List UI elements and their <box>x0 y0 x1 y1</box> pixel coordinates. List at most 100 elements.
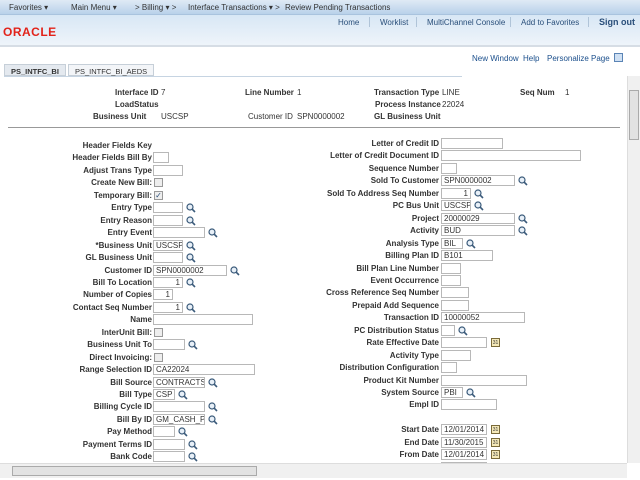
input-field[interactable]: 1 <box>153 276 183 288</box>
input-field[interactable]: 11/30/2015 <box>441 436 487 448</box>
lookup-icon[interactable] <box>230 265 240 276</box>
input-field[interactable]: 1 <box>153 289 173 301</box>
field-label: Activity Type <box>389 350 439 360</box>
checkbox[interactable] <box>154 352 163 362</box>
input-field[interactable] <box>441 349 471 361</box>
input-field[interactable] <box>441 138 503 149</box>
vertical-scrollbar[interactable] <box>627 76 640 463</box>
sign-out-link[interactable]: Sign out <box>599 17 635 27</box>
worklist-link[interactable]: Worklist <box>380 18 408 27</box>
input-field[interactable] <box>441 150 581 162</box>
multichannel-console-link[interactable]: MultiChannel Console <box>427 18 505 27</box>
lookup-icon[interactable] <box>458 326 468 336</box>
new-window-link[interactable]: New Window <box>472 54 519 63</box>
input-field[interactable]: CSP <box>153 389 175 400</box>
input-field[interactable]: 10000052 <box>441 312 525 324</box>
lookup-icon[interactable] <box>186 253 196 263</box>
input-field[interactable] <box>441 299 469 311</box>
add-to-favorites-link[interactable]: Add to Favorites <box>521 18 579 27</box>
input-field[interactable] <box>441 399 497 411</box>
lookup-icon[interactable] <box>474 189 484 199</box>
input-field[interactable] <box>153 252 183 264</box>
lookup-icon[interactable] <box>186 240 196 251</box>
lookup-icon[interactable] <box>208 402 218 413</box>
input-field[interactable] <box>153 451 185 463</box>
checkbox[interactable] <box>154 178 163 188</box>
input-field[interactable] <box>153 438 185 450</box>
input-field[interactable]: B101 <box>441 250 493 262</box>
lookup-icon[interactable] <box>208 228 218 238</box>
calendar-icon[interactable]: 31 <box>491 338 500 348</box>
input-field[interactable] <box>153 202 183 214</box>
lookup-icon[interactable] <box>186 203 196 213</box>
breadcrumb-billing[interactable]: > Billing ▾ > <box>135 3 176 12</box>
lookup-icon[interactable] <box>208 377 218 388</box>
lookup-icon[interactable] <box>518 226 528 236</box>
input-field[interactable]: SPN0000002 <box>153 264 227 276</box>
page-layout-icon[interactable] <box>614 53 623 62</box>
input-field[interactable]: 1 <box>441 187 471 199</box>
breadcrumb-interface-transactions[interactable]: Interface Transactions ▾ > <box>188 3 280 12</box>
lookup-icon[interactable] <box>186 216 196 226</box>
input-field[interactable]: USCSP <box>441 200 471 212</box>
lookup-icon[interactable] <box>466 238 476 249</box>
input-field[interactable] <box>153 164 183 176</box>
input-field[interactable]: BUD <box>441 225 515 237</box>
input-field[interactable] <box>153 339 185 351</box>
personalize-page-link[interactable]: Personalize Page <box>547 54 610 63</box>
input-field[interactable]: PBI <box>441 387 463 398</box>
horizontal-scrollbar[interactable] <box>0 463 627 478</box>
checkbox[interactable] <box>154 327 163 337</box>
lookup-icon[interactable] <box>178 390 188 400</box>
input-field[interactable] <box>153 314 253 326</box>
lookup-icon[interactable] <box>188 340 198 350</box>
main-menu[interactable]: Main Menu ▾ <box>71 3 117 12</box>
input-field[interactable] <box>153 227 205 239</box>
lookup-icon[interactable] <box>188 452 198 462</box>
favorites-menu[interactable]: Favorites ▾ <box>9 3 48 12</box>
calendar-icon[interactable]: 31 <box>491 437 500 447</box>
input-field[interactable] <box>441 374 527 386</box>
scroll-thumb[interactable] <box>12 466 257 476</box>
input-field[interactable]: 12/01/2014 <box>441 424 487 436</box>
input-field[interactable]: USCSP <box>153 239 183 251</box>
input-field[interactable]: GM_CASH_PJ <box>153 413 205 425</box>
tab-ps-intfc-bi-aeds[interactable]: PS_INTFC_BI_AEDS <box>68 64 155 76</box>
input-field[interactable] <box>441 162 457 174</box>
lookup-icon[interactable] <box>178 427 188 437</box>
input-field[interactable] <box>153 426 175 438</box>
input-field[interactable] <box>441 287 469 299</box>
breadcrumb-current[interactable]: Review Pending Transactions <box>285 3 390 12</box>
input-field[interactable] <box>153 152 169 164</box>
checkbox[interactable]: ✓ <box>154 190 163 200</box>
input-field[interactable]: 1 <box>153 301 183 313</box>
input-field[interactable]: CA22024 <box>153 364 255 376</box>
lookup-icon[interactable] <box>466 388 476 398</box>
input-field[interactable] <box>441 262 461 274</box>
input-field[interactable] <box>153 401 205 413</box>
input-field[interactable] <box>153 214 183 226</box>
input-field[interactable] <box>441 324 455 336</box>
scroll-thumb[interactable] <box>629 90 639 140</box>
input-field[interactable] <box>441 274 461 286</box>
input-field[interactable]: CONTRACTS <box>153 376 205 388</box>
input-field[interactable] <box>441 362 457 374</box>
calendar-icon[interactable]: 31 <box>491 425 500 435</box>
calendar-icon[interactable]: 31 <box>491 450 500 460</box>
lookup-icon[interactable] <box>188 440 198 450</box>
lookup-icon[interactable] <box>518 214 528 224</box>
lookup-icon[interactable] <box>208 415 218 425</box>
field-label: Name <box>130 315 152 325</box>
lookup-icon[interactable] <box>186 303 196 313</box>
lookup-icon[interactable] <box>518 176 528 186</box>
input-field[interactable]: SPN0000002 <box>441 175 515 187</box>
tab-ps-intfc-bi[interactable]: PS_INTFC_BI <box>4 64 66 76</box>
home-link[interactable]: Home <box>338 18 359 27</box>
input-field[interactable]: 12/01/2014 <box>441 449 487 461</box>
input-field[interactable] <box>441 337 487 349</box>
input-field[interactable]: BIL <box>441 237 463 249</box>
input-field[interactable]: 20000029 <box>441 212 515 224</box>
lookup-icon[interactable] <box>474 201 484 211</box>
help-link[interactable]: Help <box>523 54 539 63</box>
lookup-icon[interactable] <box>186 278 196 288</box>
